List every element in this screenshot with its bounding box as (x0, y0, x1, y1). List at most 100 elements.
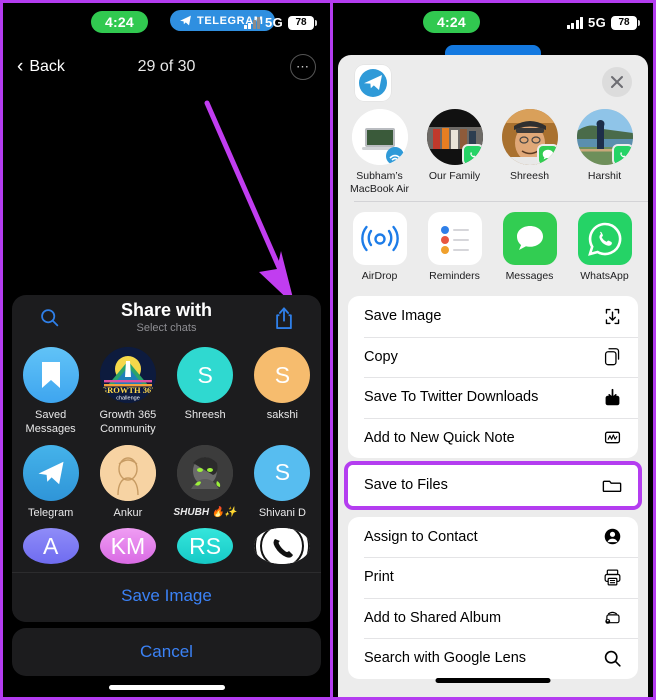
app-reminders[interactable]: Reminders (421, 212, 488, 282)
signal-bars-icon (566, 16, 584, 29)
person-our-family[interactable]: Our Family (421, 109, 488, 201)
avatar-initials: A (42, 532, 59, 559)
contact-km[interactable]: KM (89, 528, 166, 572)
person-name: Shreesh (509, 170, 550, 182)
contact-shivani-d[interactable]: S Shivani D (244, 444, 321, 529)
action-label: Search with Google Lens (364, 650, 527, 667)
contact-name: SHUBH 🔥✨ (173, 506, 237, 518)
avatar (501, 109, 558, 165)
screenshot-root: 4:24 TELEGRAM 5G 78 ‹ Back 29 of 30 ⋯ Sh… (0, 0, 656, 700)
quick-note-icon (603, 428, 622, 447)
svg-text:GROWTH 365: GROWTH 365 (100, 385, 155, 395)
avatar (22, 347, 79, 403)
action-label: Add to Shared Album (364, 609, 502, 626)
battery-icon: 78 (288, 15, 317, 30)
app-messages[interactable]: Messages (496, 212, 563, 282)
whatsapp-icon (461, 144, 483, 165)
home-indicator (108, 685, 225, 690)
right-phone-panel: 4:24 5G 78 Subham’s MacBook Air Our Fami… (330, 0, 656, 700)
avatar (351, 109, 408, 165)
share-up-icon[interactable] (273, 306, 295, 330)
left-status-bar: 4:24 TELEGRAM 5G 78 (3, 3, 330, 47)
action-save-twitter-downloads[interactable]: Save To Twitter Downloads (348, 377, 638, 418)
app-whatsapp[interactable]: WhatsApp (571, 212, 638, 282)
contacts-row: Saved Messages GROWTH 365 challenge Grow… (12, 347, 321, 445)
contact-rs[interactable]: RS (167, 528, 244, 572)
suggested-people-row: Subham’s MacBook Air Our Family Shreesh … (338, 109, 648, 201)
highlight-inner: Save to Files (348, 465, 638, 506)
avatar (254, 528, 311, 565)
action-label: Save Image (364, 308, 442, 325)
person-name: Our Family (428, 170, 481, 182)
person-shreesh[interactable]: Shreesh (496, 109, 563, 201)
contact-shreesh[interactable]: S Shreesh (167, 347, 244, 445)
action-label: Save To Twitter Downloads (364, 389, 539, 406)
action-save-image[interactable]: Save Image (348, 296, 638, 337)
contact-ankur[interactable]: Ankur (89, 444, 166, 529)
avatar: RS (177, 528, 234, 565)
home-indicator (435, 678, 551, 683)
contact-saved-messages[interactable]: Saved Messages (12, 347, 89, 445)
printer-icon (603, 568, 622, 587)
action-label: Copy (364, 348, 398, 365)
contact-a[interactable]: A (12, 528, 89, 572)
action-print[interactable]: Print (348, 557, 638, 598)
save-image-button[interactable]: Save Image (12, 572, 321, 623)
contact-name: Growth 365 Community (99, 409, 157, 435)
whatsapp-icon (611, 144, 633, 165)
svg-text:challenge: challenge (116, 396, 140, 402)
telegram-icon (179, 14, 192, 27)
app-airdrop[interactable]: AirDrop (346, 212, 413, 282)
avatar: S (254, 347, 311, 403)
folder-icon (602, 475, 622, 495)
action-add-quick-note[interactable]: Add to New Quick Note (348, 417, 638, 459)
network-label: 5G (265, 15, 283, 30)
back-label: Back (29, 58, 65, 75)
avatar: GROWTH 365 challenge (99, 347, 156, 403)
action-label: Assign to Contact (364, 528, 478, 545)
cancel-button[interactable]: Cancel (12, 628, 321, 676)
contact-phone[interactable] (244, 528, 321, 572)
contact-name: Shreesh (184, 409, 226, 421)
person-macbook[interactable]: Subham’s MacBook Air (346, 109, 413, 201)
contacts-row: Telegram Ankur SHUBH 🔥✨ S Shivani D (12, 444, 321, 529)
messages-icon (536, 144, 558, 165)
person-partial[interactable] (646, 109, 648, 201)
highlight-box-save-to-files: Save to Files (344, 461, 642, 510)
action-add-shared-album[interactable]: Add to Shared Album (348, 597, 638, 639)
avatar-initials: S (197, 361, 213, 388)
action-label: Add to New Quick Note (364, 429, 515, 446)
contact-icon (603, 527, 622, 546)
airdrop-icon (352, 212, 407, 265)
status-indicators: 5G 78 (566, 15, 640, 30)
airdrop-icon (384, 145, 406, 165)
whatsapp-icon (577, 212, 632, 265)
contact-growth-365[interactable]: GROWTH 365 challenge Growth 365 Communit… (89, 347, 166, 445)
person-harshit[interactable]: Harshit (571, 109, 638, 201)
left-phone-panel: 4:24 TELEGRAM 5G 78 ‹ Back 29 of 30 ⋯ Sh… (0, 0, 330, 700)
action-copy[interactable]: Copy (348, 336, 638, 378)
person-name: Subham’s MacBook Air (350, 170, 409, 195)
app-notes[interactable] (646, 212, 648, 282)
contact-sakshi[interactable]: S sakshi (244, 347, 321, 445)
contact-name: Saved Messages (25, 409, 76, 435)
messages-icon (502, 212, 557, 265)
close-icon[interactable] (602, 67, 632, 97)
search-icon[interactable] (39, 307, 60, 328)
more-dots-icon[interactable]: ⋯ (290, 54, 316, 80)
action-save-to-files[interactable]: Save to Files (348, 465, 638, 506)
contact-name: Shivani D (258, 506, 306, 519)
avatar (177, 444, 234, 501)
signal-bars-icon (243, 16, 261, 29)
avatar: S (254, 444, 311, 501)
contact-shubh[interactable]: SHUBH 🔥✨ (167, 444, 244, 529)
action-search-google-lens[interactable]: Search with Google Lens (348, 638, 638, 679)
back-button[interactable]: ‹ Back (17, 57, 65, 76)
contact-telegram[interactable]: Telegram (12, 444, 89, 529)
search-icon (603, 649, 622, 668)
action-label: Print (364, 569, 394, 586)
right-status-bar: 4:24 5G 78 (333, 3, 653, 47)
status-indicators: 5G 78 (243, 15, 317, 30)
action-assign-to-contact[interactable]: Assign to Contact (348, 517, 638, 558)
reminders-icon (427, 212, 482, 265)
